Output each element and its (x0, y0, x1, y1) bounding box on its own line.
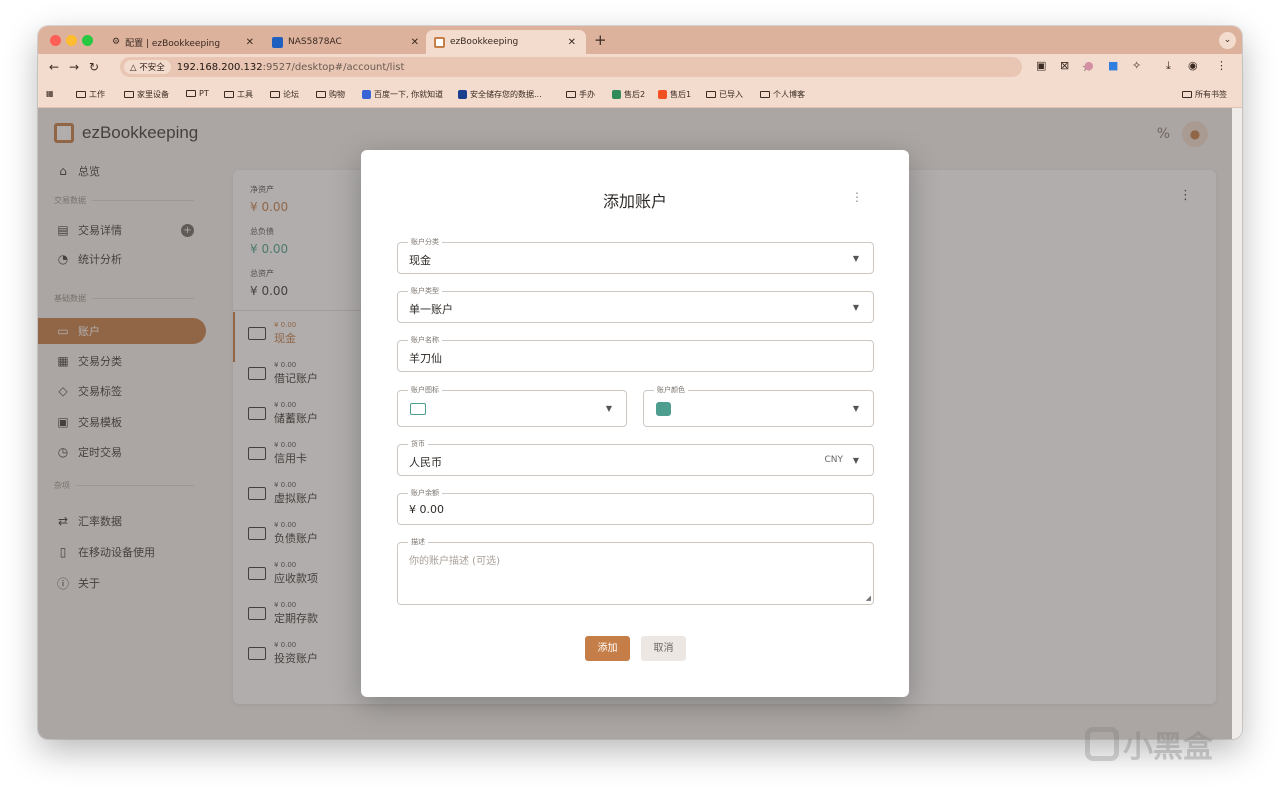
account-type-select[interactable]: 账户类型 单一账户 ▼ (397, 286, 874, 323)
add-button[interactable]: 添加 (585, 636, 630, 661)
bookmark-folder[interactable]: PT (186, 89, 209, 98)
folder-icon (566, 91, 576, 98)
add-account-dialog: 添加账户 ⋮ 账户分类 现金 ▼ 账户类型 单一账户 ▼ 账户名称 羊刀仙 账户… (361, 150, 909, 697)
bookmark-folder[interactable]: 工作 (76, 89, 105, 100)
url-host: 192.168.200.132 (176, 61, 263, 73)
browser-tab-nas[interactable]: NAS5878AC ✕ (264, 30, 429, 54)
account-icon-select[interactable]: 账户图标 ▼ (397, 385, 627, 427)
browser-window: ⚙ 配置 | ezBookkeeping ✕ NAS5878AC ✕ ezBoo… (38, 26, 1242, 739)
extension-icon[interactable]: ▣ (1036, 59, 1046, 72)
account-category-select[interactable]: 账户分类 现金 ▼ (397, 237, 874, 274)
account-color-select[interactable]: 账户颜色 ▼ (643, 385, 874, 427)
folder-icon (224, 91, 234, 98)
color-swatch (656, 402, 671, 416)
browser-tab-ezbookkeeping[interactable]: ezBookkeeping ✕ (426, 30, 586, 54)
apps-grid-icon[interactable]: ▦ (46, 89, 54, 98)
bookmark-folder[interactable]: 工具 (224, 89, 253, 100)
caret-down-icon: ▼ (605, 404, 612, 413)
heybox-logo-icon (1085, 727, 1119, 761)
account-name-input[interactable]: 账户名称 羊刀仙 (397, 335, 874, 372)
extension-icon[interactable]: ■ (1108, 59, 1118, 72)
bookmark-link[interactable]: 售后2 (612, 89, 645, 100)
close-tab-icon[interactable]: ✕ (411, 37, 419, 48)
close-window-button[interactable] (50, 35, 61, 46)
browser-tab-config[interactable]: ⚙ 配置 | ezBookkeeping ✕ (104, 30, 264, 54)
bookmark-folder[interactable]: 购物 (316, 89, 345, 100)
more-options-icon[interactable]: ⋮ (851, 190, 863, 204)
menu-dots-icon[interactable]: ⋮ (1216, 59, 1227, 72)
folder-icon (76, 91, 86, 98)
profile-icon[interactable]: ◉ (1188, 59, 1198, 72)
folder-icon (760, 91, 770, 98)
bookmark-link[interactable]: 售后1 (658, 89, 691, 100)
bookmark-link[interactable]: 百度一下, 你就知道 (362, 89, 443, 100)
watermark: 小黑盒 (1085, 722, 1213, 766)
dialog-title: 添加账户 (602, 192, 667, 211)
url-path: :9527/desktop#/account/list (262, 61, 405, 73)
gear-icon: ⚙ (112, 37, 121, 47)
currency-select[interactable]: 货币 人民币 CNY ▼ (397, 439, 874, 476)
currency-code: CNY (824, 455, 843, 465)
folder-icon (1182, 91, 1192, 98)
download-icon[interactable]: ⤓ (1166, 59, 1171, 73)
address-bar[interactable]: △ 不安全 192.168.200.132:9527/desktop#/acco… (120, 57, 1092, 77)
nas-icon (272, 36, 283, 48)
scrollbar[interactable] (1232, 108, 1242, 739)
bookmark-folder[interactable]: 已导入 (706, 89, 743, 100)
caret-down-icon: ▼ (852, 303, 859, 312)
ezbookkeeping-icon (434, 36, 445, 48)
puzzle-icon[interactable]: ✧ (1132, 59, 1141, 72)
windows-icon (658, 90, 667, 99)
folder-icon (270, 91, 280, 98)
vault-icon (458, 90, 467, 99)
bookmark-folder[interactable]: 家里设备 (124, 89, 169, 100)
folder-icon (706, 91, 716, 98)
folder-icon (124, 91, 134, 98)
security-indicator[interactable]: △ 不安全 (124, 60, 171, 74)
folder-icon (186, 90, 196, 97)
folder-icon (316, 91, 326, 98)
caret-down-icon: ▼ (852, 404, 859, 413)
all-bookmarks[interactable]: 所有书签 (1182, 89, 1227, 100)
close-tab-icon[interactable]: ✕ (246, 37, 254, 48)
reload-icon[interactable]: ↻ (84, 60, 104, 74)
minimize-window-button[interactable] (66, 35, 77, 46)
caret-down-icon: ▼ (852, 254, 859, 263)
resize-handle-icon[interactable]: ◢ (866, 594, 871, 602)
wallet-icon (410, 403, 426, 415)
back-icon[interactable]: ← (44, 60, 64, 74)
baidu-icon (362, 90, 371, 99)
bookmark-link[interactable]: 安全储存您的数据... (458, 89, 542, 100)
extension-icon[interactable]: ● (1084, 59, 1094, 72)
new-tab-button[interactable]: + (594, 31, 607, 49)
bookmarks-bar: ▦ 工作 家里设备 PT 工具 论坛 购物 百度一下, 你就知道 安全储存您的数… (38, 80, 1242, 108)
service-icon (612, 90, 621, 99)
bookmark-folder[interactable]: 论坛 (270, 89, 299, 100)
bookmark-folder[interactable]: 手办 (566, 89, 595, 100)
caret-down-icon: ▼ (852, 456, 859, 465)
tab-bar: ⚙ 配置 | ezBookkeeping ✕ NAS5878AC ✕ ezBoo… (38, 26, 1242, 54)
account-balance-input[interactable]: 账户余额 ¥ 0.00 (397, 488, 874, 525)
bookmark-folder[interactable]: 个人博客 (760, 89, 805, 100)
tab-search-icon[interactable]: ⌄ (1219, 32, 1236, 49)
extension-icon[interactable]: ⊠ (1060, 59, 1069, 72)
description-textarea[interactable]: 描述 你的账户描述 (可选) ◢ (397, 537, 874, 605)
maximize-window-button[interactable] (82, 35, 93, 46)
address-toolbar: ← → ↻ △ 不安全 192.168.200.132:9527/desktop… (38, 54, 1242, 80)
forward-icon[interactable]: → (64, 60, 84, 74)
close-tab-icon[interactable]: ✕ (568, 37, 576, 48)
cancel-button[interactable]: 取消 (641, 636, 686, 661)
